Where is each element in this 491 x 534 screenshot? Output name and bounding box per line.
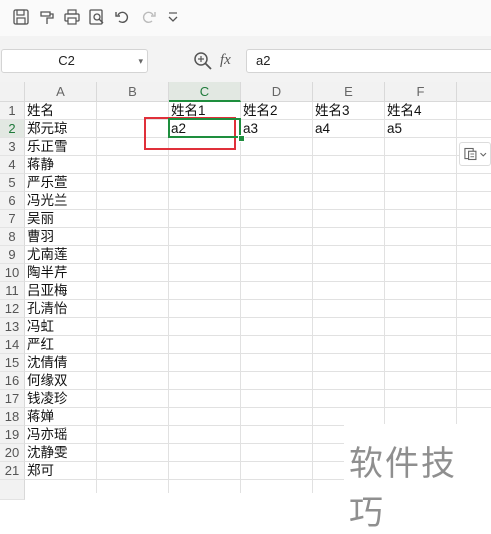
cell-a7[interactable]: 吴丽 <box>27 210 96 228</box>
cell-a8[interactable]: 曹羽 <box>27 228 96 246</box>
row-header-12[interactable]: 12 <box>0 300 25 318</box>
row-header-11[interactable]: 11 <box>0 282 25 300</box>
row-header-20[interactable]: 20 <box>0 444 25 462</box>
cell-e1[interactable]: 姓名3 <box>315 102 384 120</box>
cell-a21[interactable]: 郑可 <box>27 462 96 480</box>
row-header-16[interactable]: 16 <box>0 372 25 390</box>
row-header-13[interactable]: 13 <box>0 318 25 336</box>
row-header-3[interactable]: 3 <box>0 138 25 156</box>
formula-value: a2 <box>256 53 271 68</box>
cell-a13[interactable]: 冯虹 <box>27 318 96 336</box>
column-header-c[interactable]: C <box>169 82 241 102</box>
redo-icon[interactable] <box>139 8 157 26</box>
undo-icon[interactable] <box>114 8 132 26</box>
gridline-vertical <box>312 102 313 493</box>
row-header-partial[interactable] <box>0 480 25 500</box>
gridline-vertical <box>96 102 97 493</box>
gridline-vertical <box>168 102 169 493</box>
column-header-b[interactable]: B <box>97 82 169 102</box>
quick-access-toolbar <box>0 0 491 36</box>
column-header-e[interactable]: E <box>313 82 385 102</box>
row-header-21[interactable]: 21 <box>0 462 25 480</box>
cell-a16[interactable]: 何缘双 <box>27 372 96 390</box>
gridline-vertical <box>240 102 241 493</box>
row-header-2[interactable]: 2 <box>0 120 25 138</box>
cell-a4[interactable]: 蒋静 <box>27 156 96 174</box>
cell-a9[interactable]: 尤南莲 <box>27 246 96 264</box>
insert-function-button[interactable]: fx <box>220 52 231 69</box>
cell-a14[interactable]: 严红 <box>27 336 96 354</box>
cell-f1[interactable]: 姓名4 <box>387 102 456 120</box>
cell-d1[interactable]: 姓名2 <box>243 102 312 120</box>
row-header-17[interactable]: 17 <box>0 390 25 408</box>
cell-d2[interactable]: a3 <box>243 120 312 138</box>
chevron-down-icon[interactable]: ▾ <box>138 50 143 72</box>
active-cell-border <box>168 118 241 138</box>
row-header-7[interactable]: 7 <box>0 210 25 228</box>
print-icon[interactable] <box>63 8 81 26</box>
cell-a3[interactable]: 乐正雪 <box>27 138 96 156</box>
cell-a12[interactable]: 孔清怡 <box>27 300 96 318</box>
name-box[interactable]: C2 ▾ <box>1 49 148 73</box>
column-header-a[interactable]: A <box>25 82 97 102</box>
format-painter-icon[interactable] <box>38 8 56 26</box>
row-header-5[interactable]: 5 <box>0 174 25 192</box>
customize-toolbar-icon[interactable] <box>164 8 182 26</box>
name-box-value: C2 <box>58 53 75 68</box>
cell-a5[interactable]: 严乐萱 <box>27 174 96 192</box>
row-header-6[interactable]: 6 <box>0 192 25 210</box>
cell-a1[interactable]: 姓名 <box>27 102 96 120</box>
row-header-10[interactable]: 10 <box>0 264 25 282</box>
cell-a6[interactable]: 冯光兰 <box>27 192 96 210</box>
row-header-18[interactable]: 18 <box>0 408 25 426</box>
row-header-1[interactable]: 1 <box>0 102 25 120</box>
cell-a17[interactable]: 钱凌珍 <box>27 390 96 408</box>
row-header-15[interactable]: 15 <box>0 354 25 372</box>
print-preview-icon[interactable] <box>88 8 106 26</box>
save-icon[interactable] <box>12 8 30 26</box>
cell-a15[interactable]: 沈倩倩 <box>27 354 96 372</box>
row-header-9[interactable]: 9 <box>0 246 25 264</box>
cell-a11[interactable]: 吕亚梅 <box>27 282 96 300</box>
row-header-4[interactable]: 4 <box>0 156 25 174</box>
paste-options-button[interactable] <box>459 142 491 166</box>
select-all-corner[interactable] <box>0 82 25 102</box>
column-header-partial[interactable] <box>457 82 491 102</box>
cell-a10[interactable]: 陶半芹 <box>27 264 96 282</box>
cell-a19[interactable]: 冯亦瑶 <box>27 426 96 444</box>
row-header-8[interactable]: 8 <box>0 228 25 246</box>
zoom-formula-icon[interactable] <box>193 51 213 71</box>
fill-handle[interactable] <box>238 135 245 142</box>
cell-e2[interactable]: a4 <box>315 120 384 138</box>
cell-a20[interactable]: 沈静雯 <box>27 444 96 462</box>
column-header-d[interactable]: D <box>241 82 313 102</box>
cell-a2[interactable]: 郑元琼 <box>27 120 96 138</box>
cell-f2[interactable]: a5 <box>387 120 456 138</box>
formula-input[interactable]: a2 <box>246 49 491 73</box>
cell-a18[interactable]: 蒋婵 <box>27 408 96 426</box>
watermark-text: 软件技巧 <box>349 444 457 533</box>
row-header-19[interactable]: 19 <box>0 426 25 444</box>
row-header-14[interactable]: 14 <box>0 336 25 354</box>
column-header-f[interactable]: F <box>385 82 457 102</box>
